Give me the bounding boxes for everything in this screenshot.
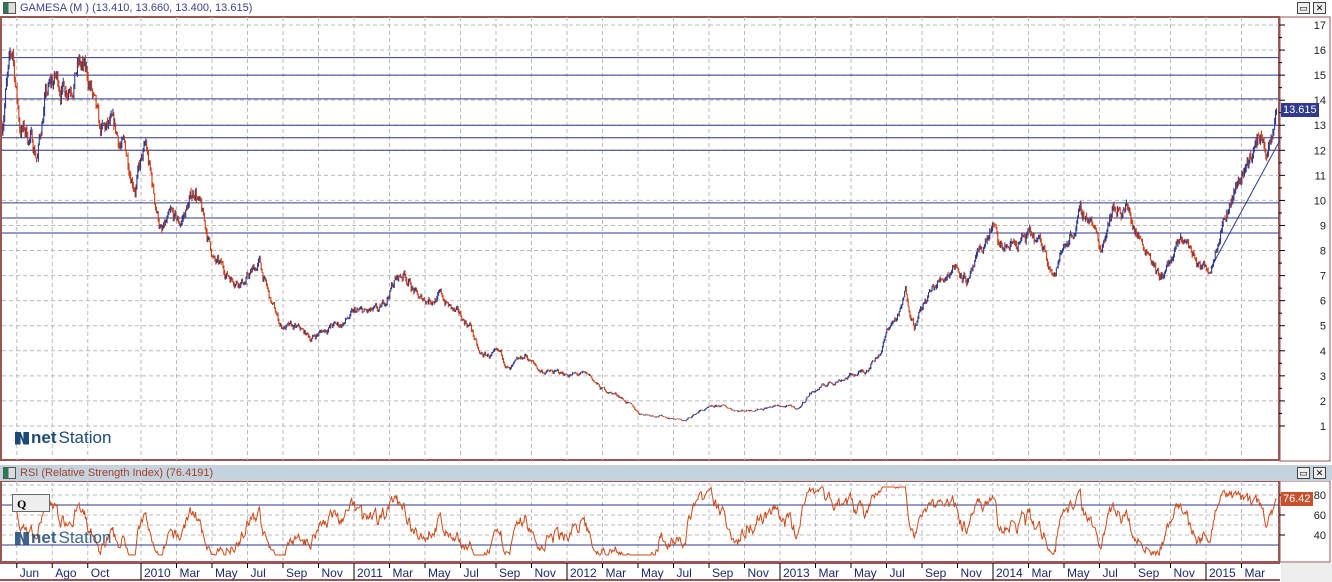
price-tick-label: 3 xyxy=(1320,371,1326,383)
last-price-label: 13.615 xyxy=(1281,103,1319,117)
q-button[interactable]: Q xyxy=(12,494,50,512)
time-tick-label: Jul xyxy=(890,566,905,580)
time-tick-label: 2012 xyxy=(570,566,597,580)
rsi-panel-title: RSI (Relative Strength Index) (76.4191) xyxy=(20,467,214,479)
time-tick-label: 2013 xyxy=(783,566,810,580)
time-tick-label: Mar xyxy=(606,566,627,580)
price-plot-frame xyxy=(0,16,1280,461)
rsi-panel-header: RSI (Relative Strength Index) (76.4191) … xyxy=(0,465,1332,481)
price-tick-label: 16 xyxy=(1314,45,1326,57)
time-tick-label: Mar xyxy=(1245,566,1266,580)
maximize-button[interactable]: ▭ xyxy=(1297,467,1310,479)
time-tick-label: May xyxy=(854,566,877,580)
price-tick-label: 12 xyxy=(1314,145,1326,157)
time-tick-label: Ago xyxy=(55,566,77,580)
price-tick-label: 10 xyxy=(1314,195,1326,207)
time-tick-label: 2011 xyxy=(357,566,383,580)
time-tick-label: Mar xyxy=(819,566,840,580)
price-tick-label: 9 xyxy=(1320,220,1326,232)
time-tick-label: Mar xyxy=(1032,566,1053,580)
price-tick-label: 15 xyxy=(1314,70,1326,82)
trendline xyxy=(1210,140,1281,269)
time-tick-label: May xyxy=(1067,566,1090,580)
rsi-tick-label: 80 xyxy=(1314,490,1326,502)
price-tick-label: 7 xyxy=(1320,271,1326,283)
time-tick-label: Nov xyxy=(322,566,343,580)
price-tick-label: 11 xyxy=(1315,170,1326,182)
price-panel-header: GAMESA (M ) (13.410, 13.660, 13.400, 13.… xyxy=(0,0,1332,16)
time-tick-label: May xyxy=(215,566,238,580)
time-tick-label: Mar xyxy=(180,566,201,580)
time-tick-label: Sep xyxy=(925,566,947,580)
time-tick-label: Nov xyxy=(748,566,769,580)
time-tick-label: 2015 xyxy=(1209,566,1236,580)
netstation-logo: net Station xyxy=(15,428,111,448)
chart-canvas: 1234567891011121314151617406080Jun Ago Oct… xyxy=(0,11,1332,582)
time-tick-label: May xyxy=(641,566,664,580)
price-tick-label: 17 xyxy=(1314,20,1326,32)
time-tick-label: Sep xyxy=(1138,566,1160,580)
time-tick-label: May xyxy=(428,566,451,580)
price-tick-label: 2 xyxy=(1320,396,1326,408)
price-tick-label: 6 xyxy=(1320,296,1326,308)
price-tick-label: 13 xyxy=(1314,120,1326,132)
price-tick-label: 4 xyxy=(1320,346,1326,358)
price-tick-label: 5 xyxy=(1320,321,1326,333)
close-button[interactable]: ✕ xyxy=(1313,2,1326,14)
time-tick-label: Jul xyxy=(464,566,479,580)
time-tick-label: 2010 xyxy=(144,566,171,580)
corner-box xyxy=(1281,563,1332,582)
time-tick-label: Sep xyxy=(499,566,521,580)
time-tick-label: Nov xyxy=(1174,566,1195,580)
chart-window-icon xyxy=(3,467,16,479)
time-tick-label: Sep xyxy=(712,566,734,580)
time-tick-label: Jun xyxy=(20,566,39,580)
price-panel-title: GAMESA (M ) (13.410, 13.660, 13.400, 13.… xyxy=(20,2,253,14)
rsi-tick-label: 40 xyxy=(1314,530,1326,542)
time-tick-label: Oct xyxy=(91,566,110,580)
netstation-logo-icon xyxy=(15,431,29,445)
price-tick-label: 1 xyxy=(1320,421,1326,433)
rsi-tick-label: 60 xyxy=(1314,510,1326,522)
time-tick-label: Jul xyxy=(677,566,692,580)
time-tick-label: Sep xyxy=(286,566,308,580)
maximize-button[interactable]: ▭ xyxy=(1297,2,1310,14)
time-tick-label: 2014 xyxy=(996,566,1023,580)
netstation-logo-icon xyxy=(15,531,29,545)
last-rsi-label: 76.42 xyxy=(1281,492,1313,506)
close-button[interactable]: ✕ xyxy=(1313,467,1326,479)
netstation-watermark: net Station xyxy=(15,528,111,548)
price-axis-frame xyxy=(1279,16,1331,462)
time-tick-label: Nov xyxy=(535,566,556,580)
time-tick-label: Jul xyxy=(251,566,266,580)
price-tick-label: 8 xyxy=(1320,246,1326,258)
chart-window-icon xyxy=(3,2,16,14)
time-tick-label: Nov xyxy=(961,566,982,580)
time-tick-label: Jul xyxy=(1103,566,1118,580)
time-tick-label: Mar xyxy=(393,566,414,580)
